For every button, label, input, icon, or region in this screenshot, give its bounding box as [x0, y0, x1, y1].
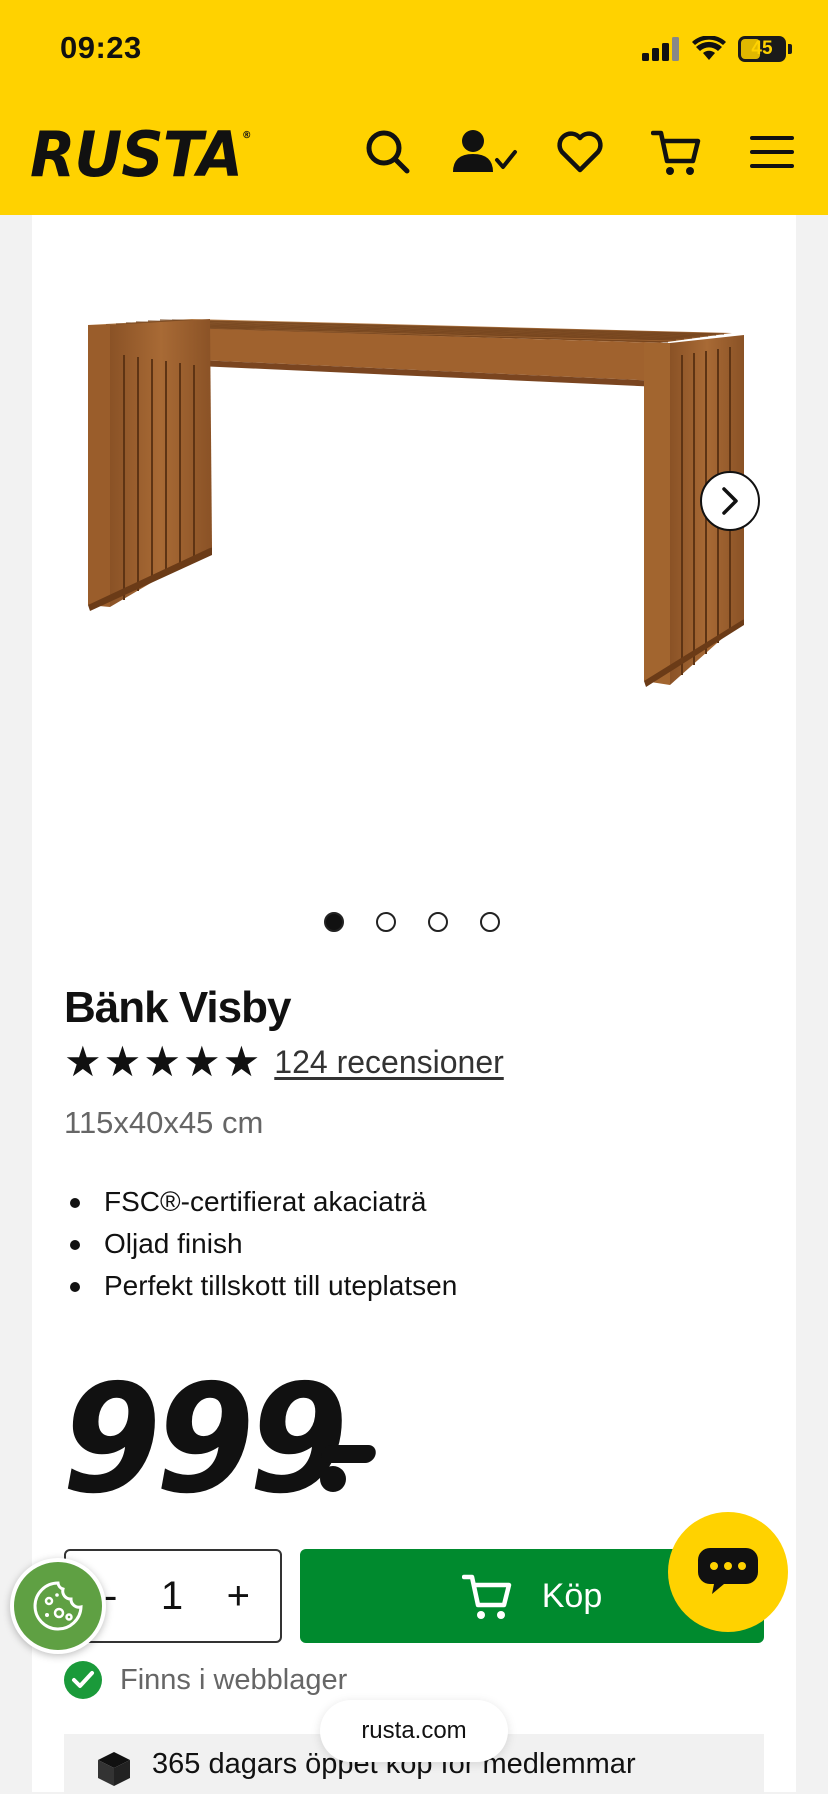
decrease-quantity-button[interactable]: -	[104, 1574, 117, 1619]
chat-bubble-icon	[698, 1548, 758, 1594]
chevron-right-icon	[722, 487, 738, 515]
star-icon: ★	[143, 1038, 181, 1085]
battery-icon: 45	[738, 36, 786, 62]
heart-icon[interactable]	[554, 126, 606, 178]
increase-quantity-button[interactable]: +	[227, 1574, 250, 1619]
feature-item: FSC®-certifierat akaciaträ	[64, 1181, 457, 1223]
reviews-link[interactable]: 124 recensioner	[274, 1044, 503, 1081]
cellular-signal-icon	[642, 37, 679, 61]
chat-button[interactable]	[668, 1512, 788, 1632]
star-icon: ★	[222, 1038, 261, 1085]
feature-item: Perfekt tillskott till uteplatsen	[64, 1265, 457, 1307]
check-circle-icon	[64, 1661, 102, 1699]
status-time: 09:23	[60, 30, 142, 65]
gallery-dot[interactable]	[324, 912, 344, 932]
product-price: 999	[62, 1353, 348, 1527]
box-icon	[98, 1752, 130, 1786]
feature-item: Oljad finish	[64, 1223, 457, 1265]
browser-url-pill[interactable]: rusta.com	[320, 1700, 508, 1762]
product-dimensions: 115x40x45 cm	[64, 1105, 264, 1140]
menu-icon[interactable]	[746, 126, 798, 178]
wifi-icon	[692, 36, 726, 60]
feature-list: FSC®-certifierat akaciaträ Oljad finish …	[64, 1181, 457, 1307]
gallery-pagination	[324, 912, 500, 932]
search-icon[interactable]	[362, 126, 414, 178]
cookie-settings-button[interactable]	[10, 1558, 106, 1654]
cookie-icon	[33, 1581, 83, 1631]
account-icon[interactable]	[450, 126, 520, 178]
gallery-dot[interactable]	[376, 912, 396, 932]
star-icon: ★	[103, 1038, 142, 1085]
gallery-dot[interactable]	[428, 912, 448, 932]
cart-icon	[461, 1574, 511, 1619]
product-image-bench[interactable]	[32, 215, 796, 855]
product-title: Bänk Visby	[64, 983, 291, 1032]
gallery-dot[interactable]	[480, 912, 500, 932]
cart-icon[interactable]	[650, 126, 702, 178]
star-icon: ★	[182, 1038, 221, 1085]
stock-status: Finns i webblager	[64, 1661, 347, 1699]
battery-level: 45	[751, 38, 773, 59]
gallery-next-button[interactable]	[700, 471, 760, 531]
rating-row: ★ ★ ★ ★ ★ 124 recensioner	[64, 1041, 504, 1083]
status-icons: 45	[642, 34, 792, 64]
stock-status-text: Finns i webblager	[120, 1663, 348, 1696]
app-header: 09:23 45 RUSTA®	[0, 0, 828, 215]
price-dash-mark	[320, 1445, 376, 1492]
rusta-logo[interactable]: RUSTA®	[30, 118, 252, 191]
buy-button-label: Köp	[541, 1576, 603, 1615]
star-icon: ★	[64, 1038, 102, 1085]
quantity-value[interactable]: 1	[161, 1574, 183, 1619]
rating-stars: ★ ★ ★ ★ ★	[64, 1041, 260, 1083]
